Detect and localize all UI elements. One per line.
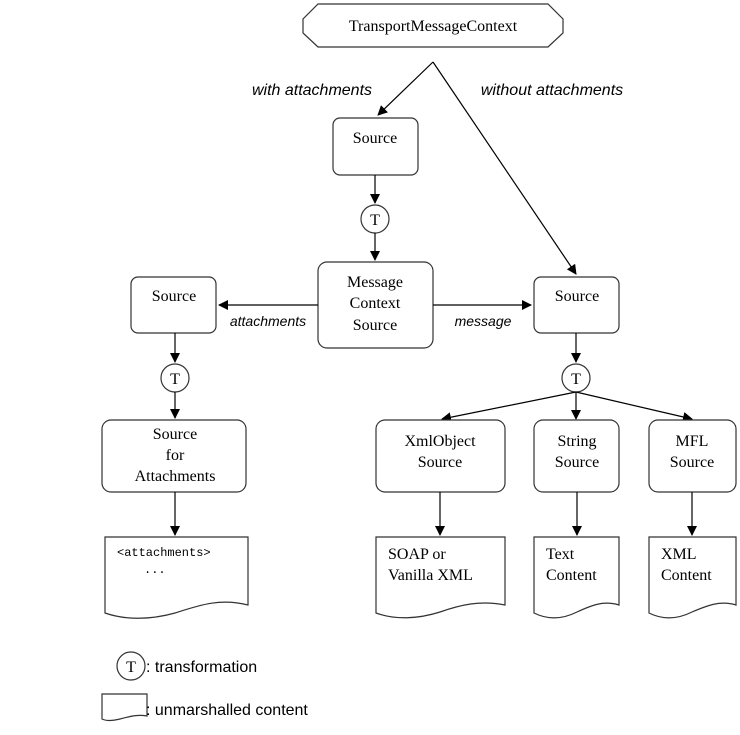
soap-document: SOAP or Vanilla XML — [375, 536, 506, 619]
doc-text-line: Content — [546, 567, 597, 584]
doc-text-line: SOAP or — [388, 546, 446, 563]
node-label: Source — [353, 130, 397, 147]
node-label-line: Source — [555, 454, 599, 471]
node-label-line: String — [557, 433, 596, 450]
source-left-node: Source — [130, 276, 217, 334]
node-label-line: Attachments — [135, 468, 216, 485]
node-label-line: Source — [418, 454, 462, 471]
doc-text-line: ... — [144, 563, 166, 577]
node-label-line: XmlObject — [404, 433, 476, 450]
source-right-node: Source — [533, 276, 620, 334]
node-label: TransportMessageContext — [349, 18, 518, 35]
transform-symbol: T — [571, 371, 581, 388]
edge-label-message: message — [455, 313, 512, 329]
transform-symbol: T — [170, 371, 180, 388]
doc-text-line: Vanilla XML — [388, 567, 473, 584]
edge-label-without-attachments: without attachments — [481, 82, 623, 99]
edge-label-with-attachments: with attachments — [252, 82, 372, 99]
node-label-line: MFL — [676, 433, 709, 450]
transform-top-icon: T — [360, 204, 390, 234]
legend-label: : transformation — [146, 659, 257, 676]
transport-message-context-node: TransportMessageContext — [302, 3, 564, 48]
node-label: Source — [555, 288, 599, 305]
message-context-source-node: Message Context Source — [317, 261, 434, 349]
transform-right-icon: T — [561, 363, 591, 393]
doc-text-line: Text — [546, 546, 575, 563]
node-label-line: Source — [153, 426, 197, 443]
legend-unmarshalled-content: : unmarshalled content — [101, 693, 308, 722]
mfl-source-node: MFL Source — [648, 419, 737, 493]
transform-symbol: T — [126, 659, 136, 676]
text-document: Text Content — [533, 536, 620, 619]
edge-label-attachments: attachments — [230, 313, 306, 329]
doc-text-line: Content — [661, 567, 712, 584]
flow-diagram: TransportMessageContext with attachments… — [101, 3, 737, 722]
source-for-attachments-node: Source for Attachments — [101, 419, 247, 493]
attachments-document: <attachments> ... — [104, 536, 249, 619]
legend-transformation: T : transformation — [116, 651, 257, 681]
edge-to-xmlobject — [441, 391, 577, 423]
node-label-line: Source — [353, 317, 397, 334]
xmlobject-source-node: XmlObject Source — [375, 419, 506, 493]
string-source-node: String Source — [533, 419, 620, 493]
xml-document: XML Content — [648, 536, 737, 619]
edge-to-mfl — [575, 391, 693, 422]
legend-label: : unmarshalled content — [146, 702, 308, 719]
node-label-line: Message — [347, 274, 403, 291]
node-label-line: Context — [350, 295, 401, 312]
doc-text-line: <attachments> — [117, 546, 211, 560]
node-label: Source — [152, 288, 196, 305]
transform-left-icon: T — [160, 363, 190, 393]
node-label-line: for — [166, 447, 185, 464]
transform-symbol: T — [370, 212, 380, 229]
node-label-line: Source — [670, 454, 714, 471]
legend: T : transformation : unmarshalled conten… — [101, 651, 308, 722]
edge-with-attachments — [377, 61, 434, 116]
source-top-node: Source — [332, 117, 419, 176]
doc-text-line: XML — [661, 546, 697, 563]
